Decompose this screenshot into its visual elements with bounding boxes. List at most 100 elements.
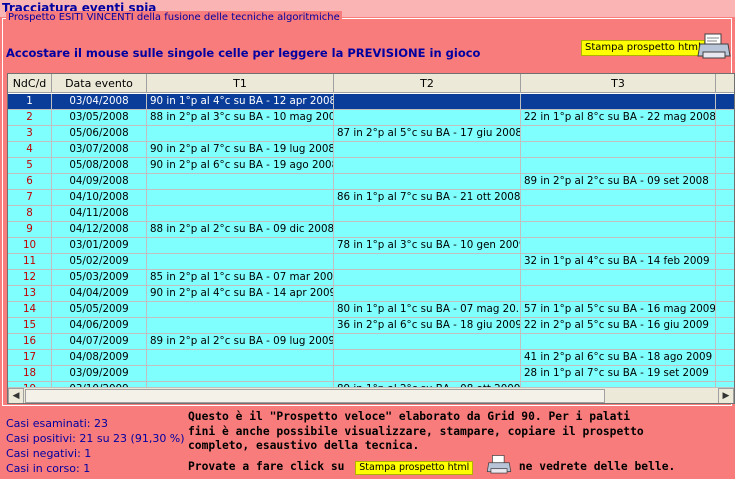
- t1-cell[interactable]: [147, 126, 334, 142]
- filler-cell[interactable]: [716, 350, 734, 366]
- row-number-cell[interactable]: 13: [8, 286, 52, 302]
- table-row[interactable]: 8 04/11/2008: [8, 206, 734, 222]
- row-number-cell[interactable]: 11: [8, 254, 52, 270]
- date-cell[interactable]: 03/05/2008: [52, 110, 147, 126]
- filler-cell[interactable]: [716, 318, 734, 334]
- t3-cell[interactable]: [521, 190, 716, 206]
- t2-cell[interactable]: [334, 366, 521, 382]
- t2-cell[interactable]: 36 in 2°p al 6°c su BA - 18 giu 2009: [334, 318, 521, 334]
- t2-cell[interactable]: [334, 174, 521, 190]
- t3-cell[interactable]: [521, 158, 716, 174]
- t2-cell[interactable]: 87 in 2°p al 5°c su BA - 17 giu 2008: [334, 126, 521, 142]
- arrow-right-icon[interactable]: ▶: [718, 388, 734, 403]
- t1-cell[interactable]: [147, 238, 334, 254]
- t3-cell[interactable]: [521, 334, 716, 350]
- row-number-cell[interactable]: 7: [8, 190, 52, 206]
- t1-cell[interactable]: 90 in 2°p al 7°c su BA - 19 lug 2008: [147, 142, 334, 158]
- table-row[interactable]: 15 04/06/2009 36 in 2°p al 6°c su BA - 18 …: [8, 318, 734, 334]
- date-cell[interactable]: 05/02/2009: [52, 254, 147, 270]
- events-grid[interactable]: NdC/d Data evento T1 T2 T3 1 03/04/2008 90…: [7, 73, 735, 404]
- t2-cell[interactable]: [334, 334, 521, 350]
- date-cell[interactable]: 04/10/2008: [52, 190, 147, 206]
- date-cell[interactable]: 04/11/2008: [52, 206, 147, 222]
- t3-cell[interactable]: 41 in 2°p al 6°c su BA - 18 ago 2009: [521, 350, 716, 366]
- t1-cell[interactable]: [147, 302, 334, 318]
- t2-cell[interactable]: [334, 254, 521, 270]
- t2-cell[interactable]: [334, 270, 521, 286]
- inline-print-report-button[interactable]: Stampa prospetto html: [355, 460, 474, 475]
- t1-cell[interactable]: 90 in 1°p al 4°c su BA - 12 apr 2008: [147, 94, 334, 110]
- t3-cell[interactable]: [521, 206, 716, 222]
- t1-cell[interactable]: [147, 206, 334, 222]
- row-number-cell[interactable]: 10: [8, 238, 52, 254]
- t3-cell[interactable]: 28 in 1°p al 7°c su BA - 19 set 2009: [521, 366, 716, 382]
- date-cell[interactable]: 05/08/2008: [52, 158, 147, 174]
- t2-cell[interactable]: [334, 110, 521, 126]
- t1-cell[interactable]: 88 in 2°p al 3°c su BA - 10 mag 2008: [147, 110, 334, 126]
- filler-cell[interactable]: [716, 238, 734, 254]
- t1-cell[interactable]: [147, 366, 334, 382]
- filler-cell[interactable]: [716, 334, 734, 350]
- filler-cell[interactable]: [716, 206, 734, 222]
- t2-cell[interactable]: [334, 222, 521, 238]
- row-number-cell[interactable]: 17: [8, 350, 52, 366]
- printer-icon[interactable]: [486, 454, 512, 476]
- t3-cell[interactable]: [521, 222, 716, 238]
- t2-cell[interactable]: [334, 158, 521, 174]
- filler-cell[interactable]: [716, 110, 734, 126]
- column-header-date[interactable]: Data evento: [52, 74, 147, 93]
- print-report-button[interactable]: Stampa prospetto html: [581, 40, 705, 56]
- filler-cell[interactable]: [716, 254, 734, 270]
- row-number-cell[interactable]: 16: [8, 334, 52, 350]
- table-row[interactable]: 18 03/09/2009 28 in 1°p al 7°c su BA - 19 …: [8, 366, 734, 382]
- date-cell[interactable]: 03/09/2009: [52, 366, 147, 382]
- arrow-left-icon[interactable]: ◀: [8, 388, 24, 403]
- table-row[interactable]: 4 03/07/2008 90 in 2°p al 7°c su BA - 19 l…: [8, 142, 734, 158]
- t2-cell[interactable]: 80 in 1°p al 1°c su BA - 07 mag 20...: [334, 302, 521, 318]
- date-cell[interactable]: 05/06/2008: [52, 126, 147, 142]
- table-row[interactable]: 17 04/08/2009 41 in 2°p al 6°c su BA - 18 …: [8, 350, 734, 366]
- table-row[interactable]: 14 05/05/2009 80 in 1°p al 1°c su BA - 07 …: [8, 302, 734, 318]
- t3-cell[interactable]: [521, 270, 716, 286]
- date-cell[interactable]: 04/04/2009: [52, 286, 147, 302]
- t3-cell[interactable]: 22 in 2°p al 5°c su BA - 16 giu 2009: [521, 318, 716, 334]
- scrollbar-thumb[interactable]: [25, 389, 605, 403]
- row-number-cell[interactable]: 15: [8, 318, 52, 334]
- t2-cell[interactable]: [334, 142, 521, 158]
- filler-cell[interactable]: [716, 286, 734, 302]
- t2-cell[interactable]: [334, 94, 521, 110]
- date-cell[interactable]: 04/07/2009: [52, 334, 147, 350]
- row-number-cell[interactable]: 1: [8, 94, 52, 110]
- t1-cell[interactable]: 90 in 2°p al 4°c su BA - 14 apr 2009: [147, 286, 334, 302]
- date-cell[interactable]: 03/07/2008: [52, 142, 147, 158]
- t1-cell[interactable]: 90 in 2°p al 6°c su BA - 19 ago 2008: [147, 158, 334, 174]
- t1-cell[interactable]: [147, 318, 334, 334]
- t1-cell[interactable]: [147, 254, 334, 270]
- t1-cell[interactable]: [147, 190, 334, 206]
- date-cell[interactable]: 04/08/2009: [52, 350, 147, 366]
- filler-cell[interactable]: [716, 142, 734, 158]
- table-row[interactable]: 2 03/05/2008 88 in 2°p al 3°c su BA - 10 m…: [8, 110, 734, 126]
- row-number-cell[interactable]: 12: [8, 270, 52, 286]
- t1-cell[interactable]: 89 in 2°p al 2°c su BA - 09 lug 2009: [147, 334, 334, 350]
- row-number-cell[interactable]: 14: [8, 302, 52, 318]
- table-row[interactable]: 5 05/08/2008 90 in 2°p al 6°c su BA - 19 a…: [8, 158, 734, 174]
- t3-cell[interactable]: 22 in 1°p al 8°c su BA - 22 mag 2008: [521, 110, 716, 126]
- column-header-t1[interactable]: T1: [147, 74, 334, 93]
- row-number-cell[interactable]: 3: [8, 126, 52, 142]
- date-cell[interactable]: 03/01/2009: [52, 238, 147, 254]
- date-cell[interactable]: 04/12/2008: [52, 222, 147, 238]
- table-row[interactable]: 3 05/06/2008 87 in 2°p al 5°c su BA - 17 g…: [8, 126, 734, 142]
- column-header-ndc[interactable]: NdC/d: [8, 74, 52, 93]
- t1-cell[interactable]: [147, 174, 334, 190]
- table-row[interactable]: 11 05/02/2009 32 in 1°p al 4°c su BA - 14 …: [8, 254, 734, 270]
- filler-cell[interactable]: [716, 94, 734, 110]
- t3-cell[interactable]: [521, 94, 716, 110]
- t3-cell[interactable]: 32 in 1°p al 4°c su BA - 14 feb 2009: [521, 254, 716, 270]
- row-number-cell[interactable]: 4: [8, 142, 52, 158]
- table-row[interactable]: 7 04/10/2008 86 in 1°p al 7°c su BA - 21 o…: [8, 190, 734, 206]
- t3-cell[interactable]: [521, 142, 716, 158]
- column-header-t3[interactable]: T3: [521, 74, 716, 93]
- table-row[interactable]: 12 05/03/2009 85 in 2°p al 1°c su BA - 07 …: [8, 270, 734, 286]
- date-cell[interactable]: 05/05/2009: [52, 302, 147, 318]
